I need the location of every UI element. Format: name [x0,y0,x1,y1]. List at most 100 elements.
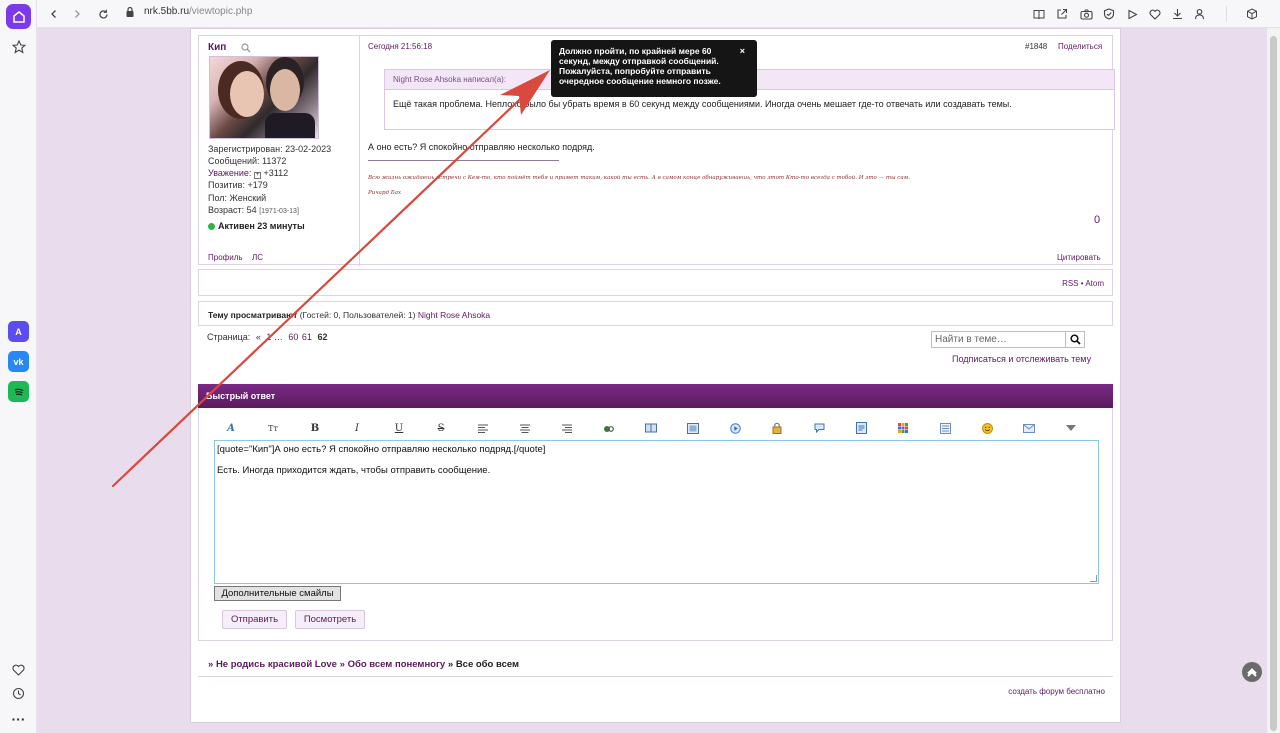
vk-app-icon[interactable]: vk [6,349,31,374]
page-link[interactable]: 61 [302,332,312,342]
size-icon[interactable]: Tт [265,420,281,436]
video-icon[interactable] [727,420,743,436]
table-icon[interactable] [895,420,911,436]
rss-row: RSS • Atom [198,269,1113,296]
forward-icon[interactable] [68,5,86,23]
create-forum-link[interactable]: создать форум бесплатно [1008,687,1105,696]
post-author-panel: Кип Зарегистрирован: 23-02-2023 Сообщени… [199,36,360,266]
reader-icon[interactable] [1030,5,1048,23]
page-link-first[interactable]: 1 [266,332,271,342]
respect-label[interactable]: Уважение: [208,168,251,178]
back-icon[interactable] [45,5,63,23]
search-button[interactable] [1065,332,1084,347]
post-rating[interactable]: 0 [1094,214,1100,226]
post-number[interactable]: #1848 [1025,42,1047,51]
download-icon[interactable] [1168,5,1186,23]
shield-icon[interactable] [1100,5,1118,23]
preview-button[interactable]: Посмотреть [295,610,365,629]
strike-icon[interactable]: S [433,420,449,436]
send-button[interactable]: Отправить [222,610,287,629]
page: Кип Зарегистрирован: 23-02-2023 Сообщени… [37,28,1267,733]
author-name[interactable]: Кип [208,42,226,53]
book-icon[interactable] [643,420,659,436]
profile-link[interactable]: Профиль [208,253,243,262]
share-link[interactable]: Поделиться [1058,42,1102,51]
post-text: А оно есть? Я спокойно отправляю несколь… [368,142,595,152]
scroll-top-button[interactable] [1242,662,1262,682]
link-icon[interactable] [601,420,617,436]
quote-link[interactable]: Цитировать [1057,253,1101,262]
aria-app-icon[interactable]: A [6,319,31,344]
history-icon[interactable] [6,681,31,706]
author-age: Возраст: 54 [1971-03-13] [208,205,299,215]
page-prev-link[interactable]: « [256,332,261,342]
mail-icon[interactable] [1021,420,1037,436]
activity-status: Активен 23 минуты [208,221,305,231]
more-icon[interactable] [1063,420,1079,436]
breadcrumb-forum[interactable]: Не родись красивой Love [216,659,337,670]
footer: создать форум бесплатно [198,679,1113,709]
font-icon[interactable]: A [223,420,239,436]
search-input[interactable] [932,332,1066,347]
play-icon[interactable] [1123,5,1141,23]
address-bar[interactable]: nrk.5bb.ru/viewtopic.php [144,6,252,17]
author-messages: Сообщений: 11372 [208,156,287,166]
search-icon [1069,334,1081,345]
subscribe-link[interactable]: Подписаться и отслеживать тему [952,354,1091,364]
share-icon[interactable] [1053,5,1071,23]
signature-text: Всю жизнь ожидаешь встречи с Кем-то, кто… [368,175,910,181]
underline-icon[interactable]: U [391,420,407,436]
reply-textarea[interactable]: [quote="Кип"]А оно есть? Я спокойно отпр… [214,440,1099,584]
flood-warning-toast: Должно пройти, по крайней мере 60 секунд… [551,40,757,97]
respect-value: +3112 [263,168,289,178]
lock-icon[interactable] [125,6,135,20]
page-link[interactable]: 60 [288,332,298,342]
image-icon[interactable] [685,420,701,436]
align-left-icon[interactable] [475,420,491,436]
align-center-icon[interactable] [517,420,533,436]
viewers-text: Тему просматривают (Гостей: 0, Пользоват… [208,310,490,320]
italic-icon[interactable]: I [349,420,365,436]
age-label: Возраст: 54 [208,205,257,215]
speech-icon[interactable] [811,420,827,436]
avatar [209,56,319,139]
heart-icon[interactable] [1146,5,1164,23]
author-registered: Зарегистрирован: 23-02-2023 [208,144,332,154]
breadcrumb-section[interactable]: Обо всем понемногу [348,659,446,670]
post-date[interactable]: Сегодня 21:56:18 [368,42,432,51]
pm-link[interactable]: ЛС [252,253,263,262]
browser-toolbar: nrk.5bb.ru/viewtopic.php [37,0,1280,28]
toast-text: Должно пройти, по крайней мере 60 секунд… [559,46,721,86]
spotify-app-icon[interactable] [6,379,31,404]
star-icon[interactable] [6,34,31,59]
pagination-ellipsis: … [273,332,283,342]
home-icon[interactable] [6,4,31,29]
viewer-user-link[interactable]: Night Rose Ahsoka [418,310,490,320]
author-positive: Позитив: +179 [208,180,268,190]
smile-icon[interactable] [979,420,995,436]
bold-icon[interactable]: B [307,420,323,436]
scrollbar-thumb[interactable] [1270,36,1277,731]
quote-icon[interactable] [853,420,869,436]
signature-author: Ричард Бах [368,190,402,196]
close-icon[interactable]: × [740,46,745,56]
list-icon[interactable] [937,420,953,436]
pagination: Страница: « 1 … 60 61 62 [207,332,327,342]
search-icon[interactable] [241,43,251,55]
heart-icon[interactable] [6,657,31,682]
resize-grip-icon[interactable] [1090,575,1097,582]
reload-icon[interactable] [94,5,112,23]
more-smiles-button[interactable]: Дополнительные смайлы [214,586,341,601]
plus-icon[interactable]: + [253,172,261,179]
chevron-up-icon [1247,668,1257,677]
rss-link[interactable]: RSS • Atom [1062,279,1104,288]
more-icon[interactable]: ··· [6,706,31,731]
camera-icon[interactable] [1077,5,1095,23]
profile-icon[interactable] [1190,5,1208,23]
author-respect: Уважение: + +3112 [208,168,288,179]
lock-icon[interactable] [769,420,785,436]
page-scrollbar[interactable] [1267,28,1280,733]
align-right-icon[interactable] [559,420,575,436]
pagination-label: Страница: [207,332,251,342]
extensions-icon[interactable] [1243,5,1261,23]
